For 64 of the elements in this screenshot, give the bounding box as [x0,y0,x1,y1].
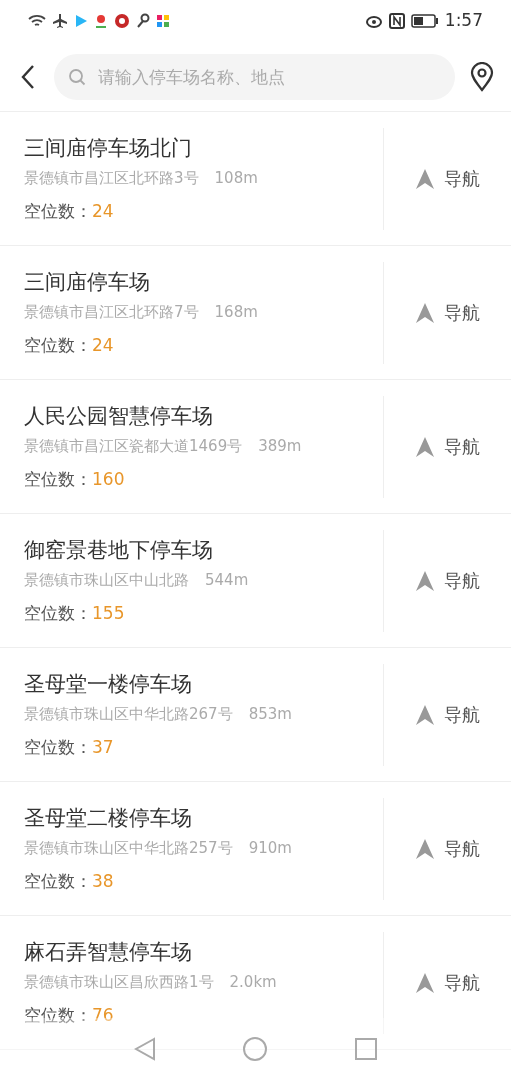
parking-name: 麻石弄智慧停车场 [24,938,193,966]
eye-icon [364,14,383,28]
spaces-count: 160 [92,468,125,491]
navigation-arrow-icon [415,168,434,189]
spaces-count: 76 [92,1004,114,1027]
navigate-button[interactable]: 导航 [415,701,480,728]
back-nav-icon[interactable] [133,1037,156,1061]
parking-address: 景德镇市珠山区昌欣西路1号 [24,971,214,993]
parking-address: 景德镇市昌江区北环路7号 [24,301,199,323]
parking-address: 景德镇市珠山区中华北路267号 [24,703,233,725]
clock-time: 1:57 [444,9,483,33]
spaces-count: 24 [92,200,114,223]
nfc-icon [388,13,405,29]
parking-distance: 108m [214,167,258,189]
search-icon [68,67,86,86]
spaces-count: 38 [92,870,114,893]
spaces-label: 空位数： [24,736,92,759]
navigate-button[interactable]: 导航 [415,165,480,192]
spaces-label: 空位数： [24,602,92,625]
navigate-button[interactable]: 导航 [415,433,480,460]
parking-distance: 2.0km [229,971,277,993]
search-field[interactable]: 请输入停车场名称、地点 [54,53,455,100]
navigation-arrow-icon [415,436,434,457]
parking-name: 人民公园智慧停车场 [24,402,214,430]
parking-distance: 853m [248,703,292,725]
play-icon [74,14,88,28]
dots-icon [156,14,170,28]
parking-distance: 168m [214,301,258,323]
navigation-arrow-icon [415,302,434,323]
location-button[interactable] [469,60,495,93]
navigation-arrow-icon [415,704,434,725]
navigate-button[interactable]: 导航 [415,835,480,862]
navigation-arrow-icon [415,972,434,993]
key-icon [136,13,150,29]
wifi-icon [28,14,46,28]
spaces-count: 37 [92,736,114,759]
navigation-arrow-icon [415,838,434,859]
spaces-count: 24 [92,334,114,357]
parking-address: 景德镇市珠山区中华北路257号 [24,837,233,859]
parking-address: 景德镇市昌江区瓷都大道1469号 [24,435,243,457]
navigate-button[interactable]: 导航 [415,299,480,326]
parking-address: 景德镇市昌江区北环路3号 [24,167,199,189]
navigation-arrow-icon [415,570,434,591]
home-nav-icon[interactable] [243,1037,268,1061]
navigate-button[interactable]: 导航 [415,969,480,996]
parking-address: 景德镇市珠山区中山北路 [24,569,189,591]
parking-name: 圣母堂一楼停车场 [24,670,193,698]
recents-nav-icon[interactable] [355,1038,378,1060]
parking-name: 三间庙停车场 [24,268,151,296]
spaces-label: 空位数： [24,1004,92,1027]
parking-name: 圣母堂二楼停车场 [24,804,193,832]
navigate-button[interactable]: 导航 [415,567,480,594]
parking-name: 三间庙停车场北门 [24,134,193,162]
spaces-label: 空位数： [24,200,92,223]
spaces-count: 155 [92,602,125,625]
spaces-label: 空位数： [24,334,92,357]
parking-name: 御窑景巷地下停车场 [24,536,214,564]
spaces-label: 空位数： [24,870,92,893]
spaces-label: 空位数： [24,468,92,491]
parking-distance: 389m [258,435,302,457]
parking-distance: 910m [248,837,292,859]
airplane-icon [52,13,68,29]
battery-icon [410,14,439,28]
parking-distance: 544m [205,569,249,591]
